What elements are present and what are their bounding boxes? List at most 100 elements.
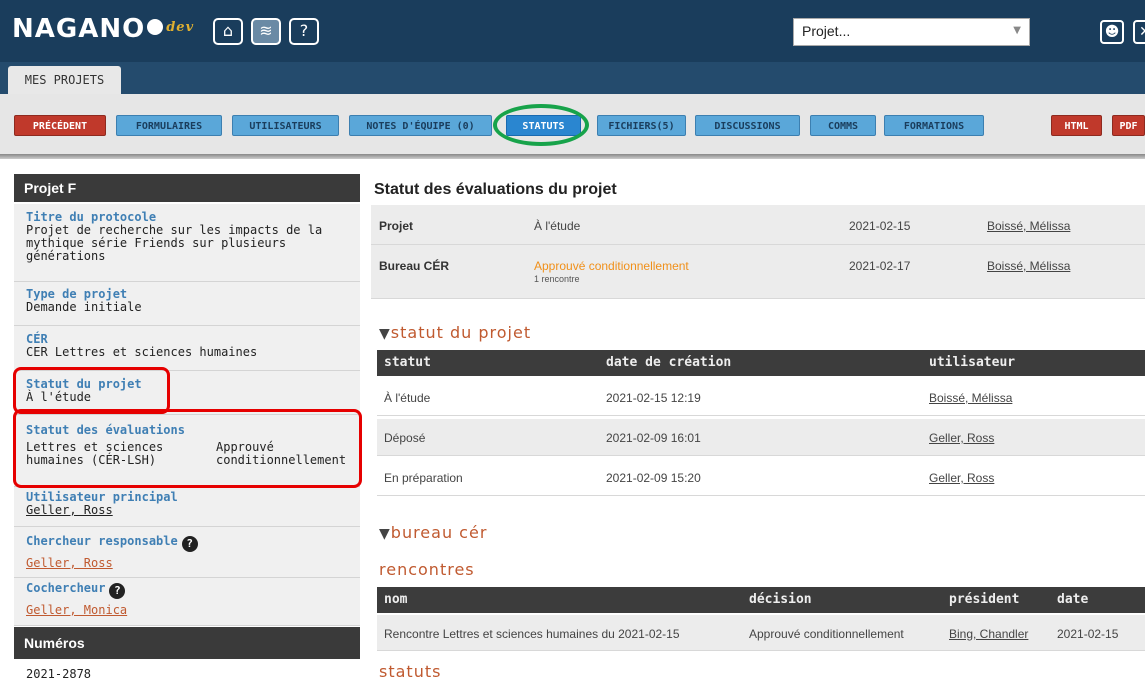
col-date: date	[1057, 592, 1089, 607]
col-statut: statut	[384, 355, 431, 370]
row-statut: Déposé	[384, 431, 426, 445]
row-date: 2021-02-15 12:19	[606, 391, 701, 405]
numero-block: 2021-2878	[14, 659, 360, 683]
row-nom: Rencontre Lettres et sciences humaines d…	[384, 627, 680, 641]
cochercheur-label: Cochercheur?	[26, 581, 360, 599]
statut-section-label: statut du projet	[390, 323, 532, 342]
statut-table-header: statut date de création utilisateur	[377, 350, 1145, 376]
nagano-logo[interactable]: NAGANO dev	[12, 14, 194, 44]
help-icon[interactable]: ?	[181, 536, 198, 552]
numeros-title: Numéros	[14, 627, 360, 659]
highlight-circle	[493, 104, 589, 146]
row-statut: En préparation	[384, 471, 463, 485]
row-date: 2021-02-09 16:01	[606, 431, 701, 445]
logo-text: NAGANO	[12, 14, 146, 44]
numero-value: 2021-2878	[26, 667, 92, 681]
statuts-section-title: statuts	[379, 662, 442, 681]
chercheur-label-text: Chercheur responsable	[26, 534, 178, 548]
row-date: 2021-02-15	[1057, 627, 1119, 641]
eval-user-link[interactable]: Boissé, Mélissa	[987, 219, 1070, 233]
col-nom: nom	[384, 592, 408, 607]
precedent-button[interactable]: PRÉCÉDENT	[14, 115, 106, 136]
row-statut: À l'étude	[384, 391, 431, 405]
comms-button[interactable]: COMMS	[810, 115, 876, 136]
project-select[interactable]: Projet... ▼	[793, 18, 1030, 46]
row-user-link[interactable]: Geller, Ross	[929, 431, 994, 445]
eval-row: Bureau CÉR Approuvé conditionnellement 1…	[371, 245, 1145, 299]
bureau-section-title: ▼bureau cér	[379, 523, 487, 542]
type-value: Demande initiale	[26, 300, 142, 314]
project-select-value: Projet...	[802, 23, 851, 39]
formulaires-button[interactable]: FORMULAIRES	[116, 115, 222, 136]
cochercheur-value-link[interactable]: Geller, Monica	[26, 604, 360, 617]
eval-status: Approuvé conditionnellement	[534, 259, 689, 273]
logo-dot	[147, 19, 164, 35]
formations-button[interactable]: FORMATIONS	[884, 115, 984, 136]
html-button[interactable]: HTML	[1051, 115, 1102, 136]
utilisateurs-button[interactable]: UTILISATEURS	[232, 115, 339, 136]
cochercheur-block: Cochercheur? Geller, Monica	[14, 578, 360, 626]
type-block: Type de projet Demande initiale	[14, 282, 360, 326]
rencontres-section-title: rencontres	[379, 560, 475, 579]
eval-status: À l'étude	[534, 219, 581, 233]
evaluations-table: Projet À l'étude 2021-02-15 Boissé, Méli…	[371, 205, 1145, 299]
cochercheur-label-text: Cochercheur	[26, 581, 106, 595]
user-label: Utilisateur principal	[26, 490, 178, 504]
help-icon[interactable]: ?	[289, 18, 319, 45]
collapse-triangle-icon[interactable]: ▼	[379, 326, 391, 342]
titre-label: Titre du protocole	[26, 210, 157, 224]
logo-suffix: dev	[166, 20, 195, 35]
fichiers-button[interactable]: FICHIERS(5)	[597, 115, 686, 136]
eval-date: 2021-02-17	[849, 259, 911, 273]
tab-mes-projets[interactable]: MES PROJETS	[8, 66, 121, 94]
titre-line-3: générations	[26, 249, 106, 263]
table-row: En préparation 2021-02-09 15:20 Geller, …	[377, 459, 1145, 496]
pdf-button[interactable]: PDF	[1112, 115, 1145, 136]
collapse-triangle-icon[interactable]: ▼	[379, 526, 391, 542]
user-value-link[interactable]: Geller, Ross	[26, 504, 360, 517]
type-label: Type de projet	[26, 287, 128, 301]
cer-value: CER Lettres et sciences humaines	[26, 345, 258, 359]
highlight-box-statut	[13, 367, 170, 414]
chercheur-value-link[interactable]: Geller, Ross	[26, 557, 360, 570]
cer-label: CÉR	[26, 332, 48, 346]
layers-icon[interactable]: ≋	[251, 18, 281, 45]
col-date: date de création	[606, 355, 732, 370]
row-date: 2021-02-09 15:20	[606, 471, 701, 485]
chercheur-block: Chercheur responsable? Geller, Ross	[14, 527, 360, 578]
row-president-link[interactable]: Bing, Chandler	[949, 627, 1028, 641]
table-row: Rencontre Lettres et sciences humaines d…	[377, 615, 1145, 651]
home-icon[interactable]: ⌂	[213, 18, 243, 45]
statut-section-title: ▼statut du projet	[379, 323, 531, 342]
toolbar-divider	[0, 154, 1145, 159]
close-icon[interactable]: ✕	[1133, 20, 1145, 44]
col-utilisateur: utilisateur	[929, 355, 1016, 370]
table-row: À l'étude 2021-02-15 12:19 Boissé, Mélis…	[377, 379, 1145, 416]
notes-equipe-button[interactable]: NOTES D'ÉQUIPE (0)	[349, 115, 492, 136]
row-user-link[interactable]: Boissé, Mélissa	[929, 391, 1012, 405]
titre-block: Titre du protocole Projet de recherche s…	[14, 204, 360, 282]
discussions-button[interactable]: DISCUSSIONS	[695, 115, 800, 136]
row-user-link[interactable]: Geller, Ross	[929, 471, 994, 485]
col-president: président	[949, 592, 1020, 607]
cer-block: CÉR CER Lettres et sciences humaines	[14, 326, 360, 371]
rencontres-table-header: nom décision président date	[377, 587, 1145, 613]
eval-status-sub: 1 rencontre	[534, 274, 580, 284]
eval-row: Projet À l'étude 2021-02-15 Boissé, Méli…	[371, 205, 1145, 245]
bureau-section-label: bureau cér	[390, 523, 488, 542]
eval-name: Bureau CÉR	[379, 259, 450, 273]
sidebar-title: Projet F	[14, 174, 360, 202]
eval-date: 2021-02-15	[849, 219, 911, 233]
eval-name: Projet	[379, 219, 414, 233]
tab-strip	[0, 62, 1145, 94]
chevron-down-icon: ▼	[1013, 25, 1021, 36]
col-decision: décision	[749, 592, 812, 607]
page-title: Statut des évaluations du projet	[374, 181, 617, 198]
user-block: Utilisateur principal Geller, Ross	[14, 487, 360, 527]
table-row: Déposé 2021-02-09 16:01 Geller, Ross	[377, 419, 1145, 456]
chercheur-label: Chercheur responsable?	[26, 534, 360, 552]
help-icon[interactable]: ?	[109, 583, 126, 599]
highlight-box-evaluations	[13, 409, 362, 488]
eval-user-link[interactable]: Boissé, Mélissa	[987, 259, 1070, 273]
user-icon[interactable]: ☻	[1100, 20, 1124, 44]
